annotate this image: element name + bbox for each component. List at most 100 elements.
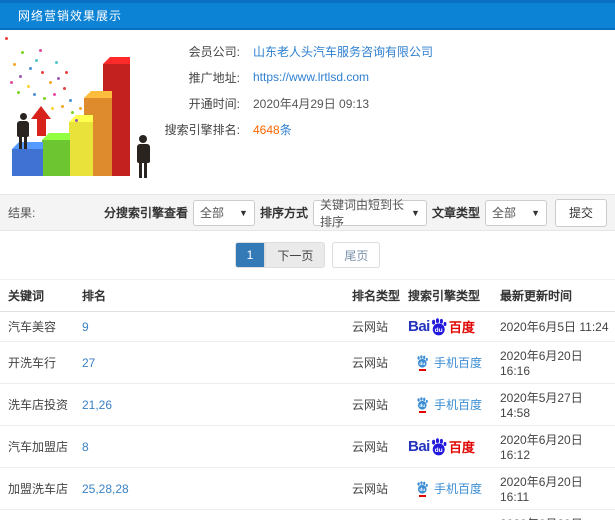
topbar: 网络营销效果展示 <box>0 0 615 30</box>
rank-link[interactable]: 8 <box>82 425 352 468</box>
rank-link[interactable]: 25,28,28 <box>82 467 352 510</box>
engine-cell: du 手机百度 <box>408 467 500 510</box>
baidu-mobile-icon: du 手机百度 <box>416 354 482 371</box>
rank-link[interactable]: 21,26 <box>82 383 352 426</box>
sort-filter-label: 排序方式 <box>259 206 308 220</box>
bar-green <box>42 140 70 176</box>
svg-text:du: du <box>419 360 425 366</box>
rank-link[interactable]: 30 <box>82 509 352 520</box>
bar-yellow <box>69 122 93 176</box>
table-row: 洗车店投资 21,26 云网站 du 手机百度 2020年5月27日 14:58 <box>0 383 615 426</box>
opened-time-field: 开通时间: 2020年4月29日 09:13 <box>148 90 607 116</box>
engine-cell: du 手机百度 <box>408 509 500 520</box>
svg-text:du: du <box>435 446 443 453</box>
businessman-figure-right <box>134 135 152 178</box>
table-body: 汽车美容 9 云网站 Bai du 百度 2020年6月5日 11:24 开洗车… <box>0 311 615 520</box>
company-link[interactable]: 山东老人头汽车服务咨询有限公司 <box>253 43 433 60</box>
header-rank-type: 排名类型 <box>352 279 408 312</box>
table-row: 汽车美容 9 云网站 Bai du 百度 2020年6月5日 11:24 <box>0 311 615 342</box>
page-title: 网络营销效果展示 <box>18 9 123 23</box>
engine-cell: Bai du 百度 <box>408 311 500 342</box>
svg-text:du: du <box>419 486 425 492</box>
baidu-pc-logo-icon: Bai du 百度 <box>408 317 475 335</box>
table-header-row: 关键词 排名 排名类型 搜索引擎类型 最新更新时间 <box>0 279 615 312</box>
keyword-cell: 汽车美容 <box>0 311 82 342</box>
article-type-select[interactable]: 全部 ▼ <box>484 199 547 226</box>
article-type-label: 文章类型 <box>431 206 480 220</box>
red-underline-decoration <box>419 494 426 497</box>
baidu-paw-icon: du <box>417 480 428 494</box>
sort-filter-select[interactable]: 关键词由短到长排序 ▼ <box>312 198 427 229</box>
svg-text:du: du <box>435 326 443 333</box>
svg-text:du: du <box>419 402 425 408</box>
header-rank: 排名 <box>82 279 352 312</box>
rank-type-cell: 云网站 <box>352 425 408 468</box>
opened-time-label: 开通时间: <box>188 96 240 111</box>
updated-cell: 2020年6月5日 11:24 <box>500 311 615 342</box>
keyword-cell: 洗车店投资 <box>0 383 82 426</box>
baidu-pc-logo-icon: Bai du 百度 <box>408 437 475 455</box>
red-underline-decoration <box>419 410 426 413</box>
engine-rank-label: 搜索引擎排名: <box>164 122 240 137</box>
rank-type-cell: 云网站 <box>352 341 408 384</box>
engine-cell: du 手机百度 <box>408 383 500 426</box>
baidu-paw-icon: du <box>417 396 428 410</box>
opened-time-value: 2020年4月29日 09:13 <box>253 96 370 111</box>
table-row: 加盟洗车店 25,28,28 云网站 du 手机百度 2020年6月20日 16… <box>0 467 615 510</box>
hero-section: 会员公司: 山东老人头汽车服务咨询有限公司 推广地址: https://www.… <box>0 30 615 194</box>
red-underline-decoration <box>419 368 426 371</box>
header-keyword: 关键词 <box>0 279 82 312</box>
table-row: 洗车赚钱吗 30 云网站 du 手机百度 <box>0 509 615 520</box>
updated-cell: 2020年6月20日 16:12 <box>500 425 615 468</box>
promo-url-field: 推广地址: https://www.lrtlsd.com <box>148 64 607 90</box>
rank-unit: 条 <box>279 122 292 137</box>
engine-cell: du 手机百度 <box>408 341 500 384</box>
updated-cell: 2020年5月27日 14:58 <box>500 383 615 426</box>
engine-filter-select[interactable]: 全部 ▼ <box>192 199 255 226</box>
page-next-button[interactable]: 下一页 <box>265 242 326 268</box>
baidu-mobile-icon: du 手机百度 <box>416 396 482 413</box>
table-row: 汽车加盟店 8 云网站 Bai du 百度 2020年6月20日 16:12 <box>0 425 615 468</box>
rank-type-cell: 云网站 <box>352 383 408 426</box>
header-engine-type: 搜索引擎类型 <box>408 279 500 312</box>
rank-type-cell: 云网站 <box>352 467 408 510</box>
updated-cell: 2020年6月20日 16:16 <box>500 341 615 384</box>
promo-url-label: 推广地址: <box>188 70 240 85</box>
updated-cell: 2020年6月20日 16:12 <box>500 509 615 520</box>
baidu-paw-icon: du <box>417 354 428 368</box>
engine-cell: Bai du 百度 <box>408 425 500 468</box>
chevron-down-icon: ▼ <box>531 207 540 218</box>
updated-cell: 2020年6月20日 16:11 <box>500 467 615 510</box>
rank-link[interactable]: 9 <box>82 311 352 342</box>
submit-button[interactable]: 提交 <box>554 198 607 227</box>
page-last-button[interactable]: 尾页 <box>332 242 381 268</box>
keyword-cell: 洗车赚钱吗 <box>0 509 82 520</box>
chevron-down-icon: ▼ <box>239 207 248 218</box>
results-table: 关键词 排名 排名类型 搜索引擎类型 最新更新时间 汽车美容 9 云网站 Bai… <box>0 279 615 520</box>
engine-filter-label: 分搜索引擎查看 <box>103 206 188 220</box>
keyword-cell: 开洗车行 <box>0 341 82 384</box>
rank-link[interactable]: 27 <box>82 341 352 384</box>
confetti-decoration <box>5 37 8 40</box>
page-current[interactable]: 1 <box>234 242 266 268</box>
baidu-paw-icon: du <box>431 437 447 455</box>
header-updated: 最新更新时间 <box>500 279 615 312</box>
engine-rank-field: 搜索引擎排名: 4648条 <box>148 116 607 142</box>
baidu-mobile-icon: du 手机百度 <box>416 480 482 497</box>
keyword-cell: 加盟洗车店 <box>0 467 82 510</box>
engine-rank-value: 4648条 <box>253 121 292 138</box>
company-field: 会员公司: 山东老人头汽车服务咨询有限公司 <box>148 38 607 64</box>
baidu-paw-icon: du <box>431 317 447 335</box>
result-label: 结果: <box>8 206 36 220</box>
company-label: 会员公司: <box>188 44 240 59</box>
rank-count: 4648 <box>253 122 280 137</box>
filter-controls: 分搜索引擎查看 全部 ▼ 排序方式 关键词由短到长排序 ▼ 文章类型 全部 ▼ 提交 <box>99 198 607 229</box>
businessman-figure-left <box>15 113 31 149</box>
promo-url-link[interactable]: https://www.lrtlsd.com <box>253 70 369 84</box>
pagination: 1 下一页 尾页 <box>0 231 615 279</box>
rank-type-cell: 云网站 <box>352 311 408 342</box>
table-row: 开洗车行 27 云网站 du 手机百度 2020年6月20日 16:16 <box>0 341 615 384</box>
filter-bar: 结果: 分搜索引擎查看 全部 ▼ 排序方式 关键词由短到长排序 ▼ 文章类型 全部 ▼… <box>0 194 615 231</box>
keyword-cell: 汽车加盟店 <box>0 425 82 468</box>
chevron-down-icon: ▼ <box>411 207 420 218</box>
